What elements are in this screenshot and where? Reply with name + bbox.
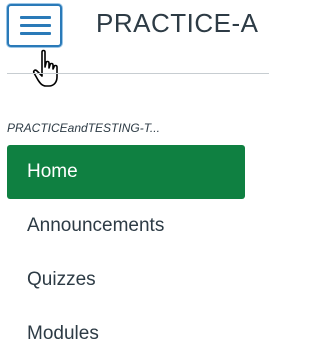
hamburger-menu-button[interactable] bbox=[7, 4, 62, 47]
hand-pointer-icon bbox=[32, 49, 58, 87]
hamburger-menu-icon-bar bbox=[20, 32, 51, 35]
page: PRACTICE-A PRACTICEandTESTING-T... Home … bbox=[0, 0, 269, 349]
course-name-label: PRACTICEandTESTING-T... bbox=[7, 121, 160, 135]
nav-item-announcements[interactable]: Announcements bbox=[7, 199, 245, 253]
nav-item-home[interactable]: Home bbox=[7, 145, 245, 199]
nav-item-quizzes[interactable]: Quizzes bbox=[7, 253, 245, 307]
course-navigation: Home Announcements Quizzes Modules bbox=[7, 145, 245, 349]
hamburger-menu-icon-bar bbox=[20, 16, 51, 19]
course-title[interactable]: PRACTICE-A bbox=[96, 8, 258, 39]
hamburger-menu-icon-bar bbox=[20, 24, 51, 27]
nav-item-modules[interactable]: Modules bbox=[7, 307, 245, 349]
header-divider bbox=[7, 73, 269, 74]
